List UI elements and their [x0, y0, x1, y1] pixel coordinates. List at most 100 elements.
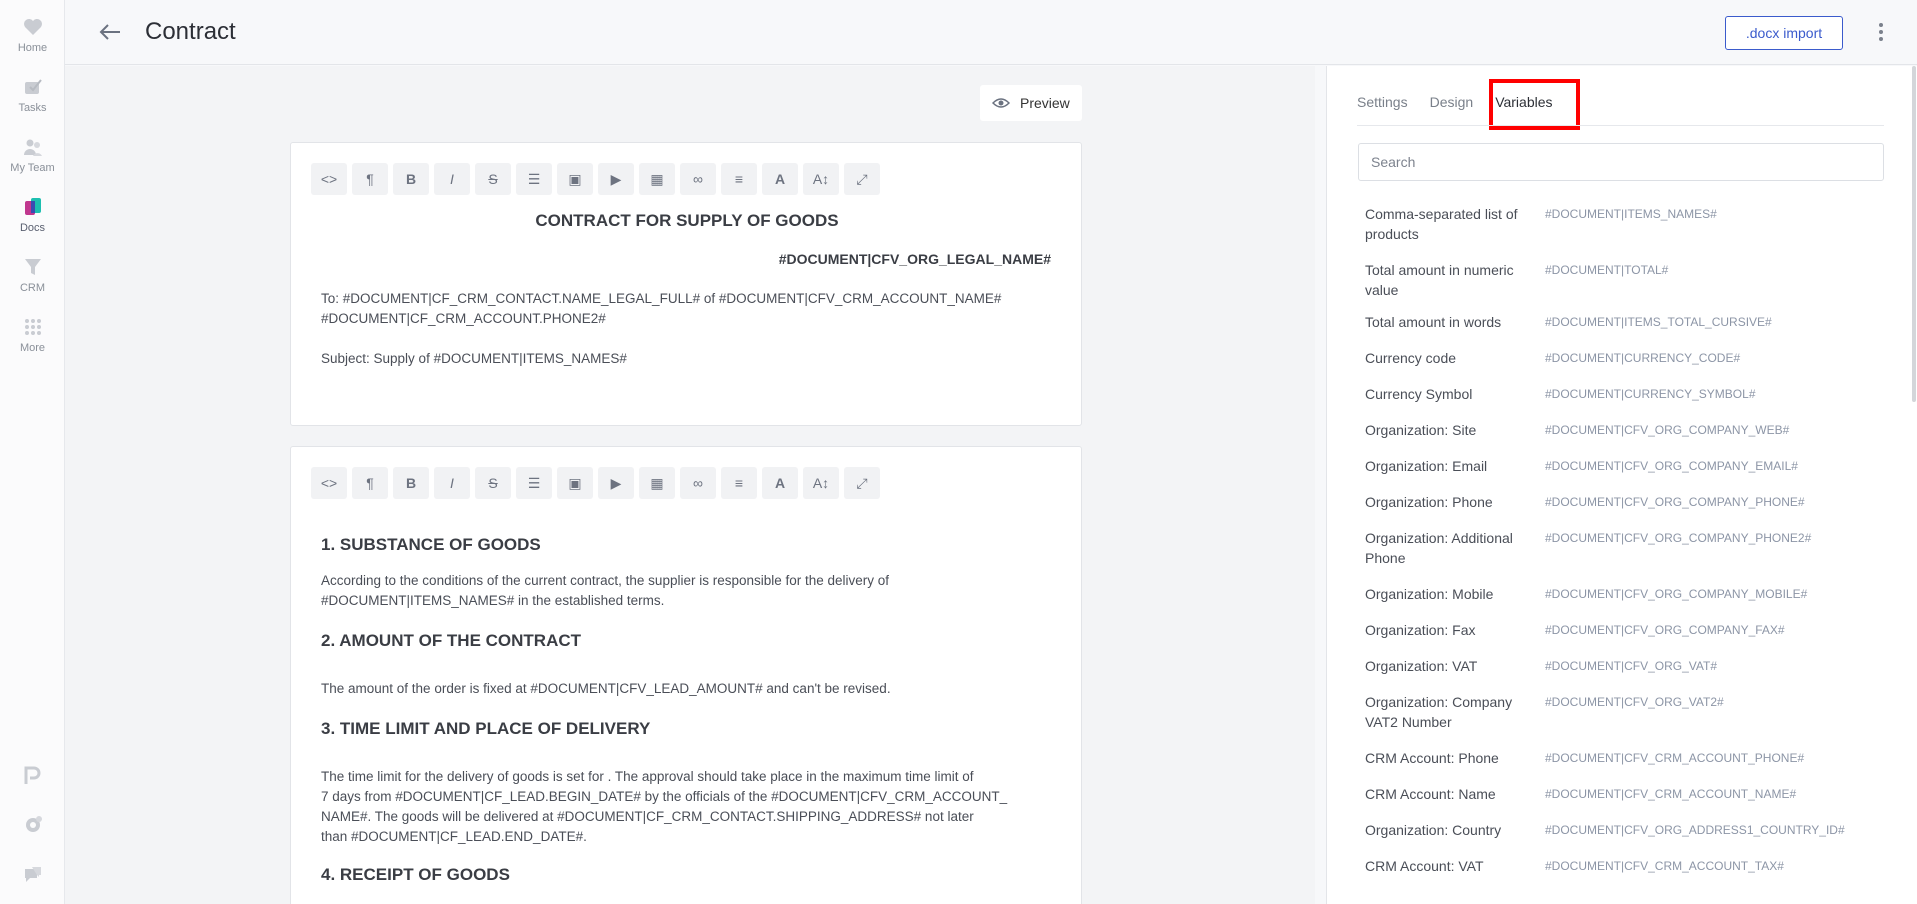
table-icon[interactable]: ▦	[639, 163, 675, 195]
variable-code[interactable]: #DOCUMENT|CFV_ORG_VAT2#	[1545, 692, 1724, 712]
variable-code[interactable]: #DOCUMENT|CFV_ORG_COMPANY_WEB#	[1545, 420, 1789, 440]
video-icon[interactable]: ▶	[598, 467, 634, 499]
brand-logo-icon	[24, 766, 40, 784]
rail-item-tasks[interactable]: Tasks	[0, 76, 65, 114]
editor-block-header[interactable]: <> ¶ B I S ☰ ▣ ▶ ▦ ∞ ≡ A A↕ ⤢ CONTRACT F…	[290, 142, 1082, 426]
rail-label-crm: CRM	[19, 282, 46, 294]
rail-brand-button[interactable]	[0, 764, 65, 791]
variable-code[interactable]: #DOCUMENT|CFV_ORG_VAT#	[1545, 656, 1717, 676]
section-3-line-4: than #DOCUMENT|CF_LEAD.END_DATE#.	[321, 829, 587, 844]
rail-item-my-team[interactable]: My Team	[0, 136, 65, 174]
chat-icon	[24, 867, 41, 882]
rail-item-more[interactable]: More	[0, 316, 65, 354]
panel-scrollbar[interactable]	[1912, 66, 1916, 402]
variable-label: Organization: Site	[1365, 422, 1477, 438]
image-icon[interactable]: ▣	[557, 467, 593, 499]
variable-label: Total amount in numeric value	[1365, 262, 1514, 298]
video-icon[interactable]: ▶	[598, 163, 634, 195]
section-2-text: The amount of the order is fixed at #DOC…	[321, 681, 891, 696]
variable-code[interactable]: #DOCUMENT|ITEMS_NAMES#	[1545, 204, 1717, 224]
rail-item-docs[interactable]: Docs	[0, 196, 65, 234]
variable-code[interactable]: #DOCUMENT|TOTAL#	[1545, 260, 1668, 280]
tab-settings[interactable]: Settings	[1357, 94, 1408, 110]
tab-design[interactable]: Design	[1430, 94, 1474, 110]
paragraph-icon[interactable]: ¶	[352, 467, 388, 499]
page-header: Contract .docx import	[65, 0, 1917, 65]
variable-code[interactable]: #DOCUMENT|CFV_CRM_ACCOUNT_PHONE#	[1545, 748, 1804, 768]
variables-panel: Settings Design Variables Comma-separate…	[1326, 66, 1917, 904]
variable-label: Organization: Mobile	[1365, 586, 1494, 602]
variable-label: Total amount in words	[1365, 314, 1502, 330]
section-heading-1: 1. SUBSTANCE OF GOODS	[321, 535, 541, 554]
font-size-icon[interactable]: A↕	[803, 163, 839, 195]
variable-label: CRM Account: Name	[1365, 786, 1496, 802]
rail-label-more: More	[19, 342, 46, 354]
variable-code[interactable]: #DOCUMENT|ITEMS_TOTAL_CURSIVE#	[1545, 312, 1772, 332]
variable-code[interactable]: #DOCUMENT|CFV_ORG_COMPANY_PHONE2#	[1545, 528, 1811, 548]
variable-code[interactable]: #DOCUMENT|CFV_CRM_ACCOUNT_TAX#	[1545, 856, 1784, 876]
section-heading-3: 3. TIME LIMIT AND PLACE OF DELIVERY	[321, 719, 651, 738]
editor-toolbar: <> ¶ B I S ☰ ▣ ▶ ▦ ∞ ≡ A A↕ ⤢	[311, 163, 880, 195]
arrow-left-icon	[99, 24, 120, 40]
italic-icon[interactable]: I	[434, 163, 470, 195]
variable-label: CRM Account: Phone	[1365, 750, 1499, 766]
list-icon[interactable]: ☰	[516, 467, 552, 499]
variable-code[interactable]: #DOCUMENT|CFV_ORG_COMPANY_MOBILE#	[1545, 584, 1807, 604]
code-icon[interactable]: <>	[311, 467, 347, 499]
strikethrough-icon[interactable]: S	[475, 467, 511, 499]
grid-icon	[24, 319, 41, 335]
team-icon	[23, 139, 42, 156]
section-heading-2: 2. AMOUNT OF THE CONTRACT	[321, 631, 582, 650]
strikethrough-icon[interactable]: S	[475, 163, 511, 195]
variable-code[interactable]: #DOCUMENT|CFV_ORG_ADDRESS1_COUNTRY_ID#	[1545, 820, 1845, 840]
variable-code[interactable]: #DOCUMENT|CFV_CRM_ACCOUNT_NAME#	[1545, 784, 1796, 804]
crm-icon	[24, 259, 41, 275]
variable-code[interactable]: #DOCUMENT|CFV_ORG_COMPANY_PHONE#	[1545, 492, 1805, 512]
editor-toolbar: <> ¶ B I S ☰ ▣ ▶ ▦ ∞ ≡ A A↕ ⤢	[311, 467, 880, 499]
section-1-line-1: According to the conditions of the curre…	[321, 573, 890, 588]
preview-label: Preview	[1020, 95, 1070, 111]
variable-code[interactable]: #DOCUMENT|CURRENCY_SYMBOL#	[1545, 384, 1756, 404]
eye-icon	[992, 98, 1010, 108]
editor-block-body[interactable]: <> ¶ B I S ☰ ▣ ▶ ▦ ∞ ≡ A A↕ ⤢ 1. SUBSTAN…	[290, 446, 1082, 904]
align-icon[interactable]: ≡	[721, 163, 757, 195]
align-icon[interactable]: ≡	[721, 467, 757, 499]
fullscreen-icon[interactable]: ⤢	[844, 163, 880, 195]
fullscreen-icon[interactable]: ⤢	[844, 467, 880, 499]
variables-search-input[interactable]	[1358, 143, 1884, 181]
bold-icon[interactable]: B	[393, 163, 429, 195]
link-icon[interactable]: ∞	[680, 163, 716, 195]
list-icon[interactable]: ☰	[516, 163, 552, 195]
rail-item-crm[interactable]: CRM	[0, 256, 65, 294]
italic-icon[interactable]: I	[434, 467, 470, 499]
variable-label: Organization: Phone	[1365, 494, 1493, 510]
variable-code[interactable]: #DOCUMENT|CURRENCY_CODE#	[1545, 348, 1740, 368]
text-color-icon[interactable]: A	[762, 163, 798, 195]
kebab-menu-icon[interactable]	[1871, 20, 1891, 46]
image-icon[interactable]: ▣	[557, 163, 593, 195]
rail-label-my-team: My Team	[10, 162, 55, 174]
paragraph-icon[interactable]: ¶	[352, 163, 388, 195]
back-button[interactable]	[95, 18, 125, 48]
heart-icon	[23, 19, 42, 35]
link-icon[interactable]: ∞	[680, 467, 716, 499]
variable-label: Comma-separated list of products	[1365, 206, 1518, 242]
table-icon[interactable]: ▦	[639, 467, 675, 499]
bold-icon[interactable]: B	[393, 467, 429, 499]
page-title: Contract	[145, 18, 236, 45]
variable-code[interactable]: #DOCUMENT|CFV_ORG_COMPANY_EMAIL#	[1545, 456, 1798, 476]
to-line-1: To: #DOCUMENT|CF_CRM_CONTACT.NAME_LEGAL_…	[321, 291, 1002, 306]
code-icon[interactable]: <>	[311, 163, 347, 195]
rail-chat-button[interactable]	[0, 864, 65, 891]
rail-settings-button[interactable]	[0, 814, 65, 841]
font-size-icon[interactable]: A↕	[803, 467, 839, 499]
variable-code[interactable]: #DOCUMENT|CFV_ORG_COMPANY_FAX#	[1545, 620, 1785, 640]
docx-import-button[interactable]: .docx import	[1725, 16, 1843, 50]
app-root: Home Tasks My Team Docs CRM More Contrac…	[0, 0, 1917, 904]
preview-button[interactable]: Preview	[980, 85, 1082, 121]
left-rail: Home Tasks My Team Docs CRM More	[0, 0, 65, 904]
rail-item-home[interactable]: Home	[0, 16, 65, 54]
docs-icon	[24, 198, 41, 215]
text-color-icon[interactable]: A	[762, 467, 798, 499]
section-3-line-2: 7 days from #DOCUMENT|CF_LEAD.BEGIN_DATE…	[321, 789, 1008, 804]
